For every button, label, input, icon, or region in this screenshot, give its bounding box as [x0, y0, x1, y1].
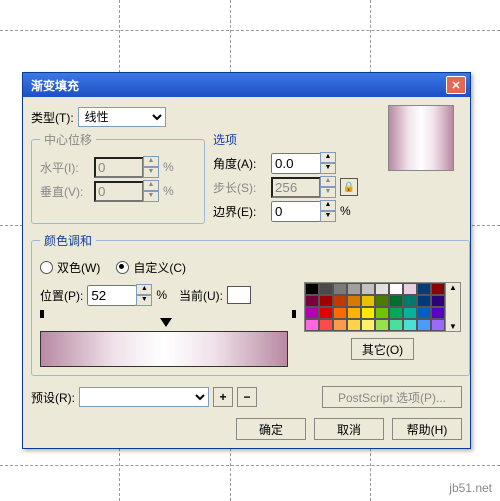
color-swatch[interactable]	[319, 295, 333, 307]
lock-icon[interactable]: 🔒	[340, 178, 358, 196]
color-swatch[interactable]	[375, 307, 389, 319]
color-swatch[interactable]	[361, 295, 375, 307]
current-swatch[interactable]	[227, 286, 251, 304]
vert-label: 垂直(V):	[40, 183, 90, 200]
gradient-fill-dialog: 渐变填充 ✕ 类型(T): 线性 中心位移 水平(I): ▲▼ % 垂直(V):…	[22, 72, 471, 449]
color-swatch[interactable]	[305, 283, 319, 295]
center-legend: 中心位移	[40, 131, 96, 148]
color-swatch[interactable]	[403, 283, 417, 295]
horiz-label: 水平(I):	[40, 159, 90, 176]
color-swatch[interactable]	[361, 283, 375, 295]
postscript-button: PostScript 选项(P)...	[322, 386, 462, 408]
color-swatch[interactable]	[417, 295, 431, 307]
color-swatch[interactable]	[347, 319, 361, 331]
watermark: jb51.net	[449, 481, 492, 495]
vert-spinner: ▲▼	[94, 180, 159, 202]
type-select[interactable]: 线性	[78, 107, 166, 127]
color-swatch[interactable]	[375, 283, 389, 295]
color-swatch[interactable]	[431, 307, 445, 319]
position-spinner[interactable]: ▲▼	[87, 284, 152, 306]
preset-select[interactable]	[79, 387, 209, 407]
color-swatch[interactable]	[305, 307, 319, 319]
color-swatch[interactable]	[361, 319, 375, 331]
ok-button[interactable]: 确定	[236, 418, 306, 440]
titlebar[interactable]: 渐变填充 ✕	[23, 73, 470, 97]
chevron-up-icon[interactable]: ▲	[449, 283, 457, 292]
center-offset-group: 中心位移 水平(I): ▲▼ % 垂直(V): ▲▼ %	[31, 131, 205, 224]
gradient-marker[interactable]	[160, 318, 172, 327]
color-swatch[interactable]	[417, 307, 431, 319]
preset-label: 预设(R):	[31, 389, 75, 406]
position-label: 位置(P):	[40, 287, 83, 304]
color-swatch[interactable]	[403, 295, 417, 307]
color-swatch[interactable]	[375, 295, 389, 307]
custom-radio[interactable]: 自定义(C)	[116, 259, 186, 276]
color-swatch[interactable]	[431, 295, 445, 307]
color-swatch[interactable]	[417, 319, 431, 331]
color-swatch[interactable]	[347, 283, 361, 295]
color-swatch[interactable]	[305, 295, 319, 307]
chevron-down-icon[interactable]: ▼	[449, 322, 457, 331]
preset-add-button[interactable]: +	[213, 387, 233, 407]
edge-spinner[interactable]: ▲▼	[271, 200, 336, 222]
color-swatch[interactable]	[403, 307, 417, 319]
cancel-button[interactable]: 取消	[314, 418, 384, 440]
gradient-bar[interactable]	[40, 331, 288, 367]
edge-label: 边界(E):	[213, 203, 267, 220]
color-swatch[interactable]	[305, 319, 319, 331]
horiz-spinner: ▲▼	[94, 156, 159, 178]
color-swatch[interactable]	[319, 283, 333, 295]
dialog-title: 渐变填充	[27, 77, 446, 94]
close-icon[interactable]: ✕	[446, 76, 466, 94]
color-swatch[interactable]	[431, 283, 445, 295]
color-swatch[interactable]	[403, 319, 417, 331]
color-swatch[interactable]	[389, 295, 403, 307]
color-swatch[interactable]	[389, 319, 403, 331]
two-color-radio[interactable]: 双色(W)	[40, 259, 100, 276]
color-swatch[interactable]	[431, 319, 445, 331]
preset-remove-button[interactable]: −	[237, 387, 257, 407]
color-swatch[interactable]	[333, 295, 347, 307]
color-swatch[interactable]	[333, 283, 347, 295]
color-swatch[interactable]	[319, 319, 333, 331]
gradient-preview	[388, 105, 454, 171]
color-swatch[interactable]	[347, 307, 361, 319]
color-blend-group: 颜色调和 双色(W) 自定义(C) 位置(P): ▲▼ % 当前(U): ▲▼ …	[31, 232, 470, 376]
angle-spinner[interactable]: ▲▼	[271, 152, 336, 174]
other-button[interactable]: 其它(O)	[351, 338, 414, 360]
palette-scrollbar[interactable]: ▲▼	[446, 282, 461, 332]
color-palette[interactable]	[304, 282, 446, 332]
options-group: 选项 角度(A): ▲▼ 步长(S): ▲▼ 🔒 边界(E): ▲▼ %	[213, 131, 403, 224]
color-swatch[interactable]	[417, 283, 431, 295]
color-swatch[interactable]	[333, 307, 347, 319]
help-button[interactable]: 帮助(H)	[392, 418, 462, 440]
color-swatch[interactable]	[389, 283, 403, 295]
color-swatch[interactable]	[347, 295, 361, 307]
options-legend: 选项	[213, 131, 403, 148]
color-swatch[interactable]	[375, 319, 389, 331]
step-spinner: ▲▼	[271, 176, 336, 198]
color-swatch[interactable]	[361, 307, 375, 319]
blend-legend: 颜色调和	[40, 232, 96, 249]
angle-label: 角度(A):	[213, 155, 267, 172]
current-label: 当前(U):	[179, 287, 223, 304]
color-swatch[interactable]	[319, 307, 333, 319]
color-swatch[interactable]	[389, 307, 403, 319]
color-swatch[interactable]	[333, 319, 347, 331]
type-label: 类型(T):	[31, 109, 74, 126]
step-label: 步长(S):	[213, 179, 267, 196]
